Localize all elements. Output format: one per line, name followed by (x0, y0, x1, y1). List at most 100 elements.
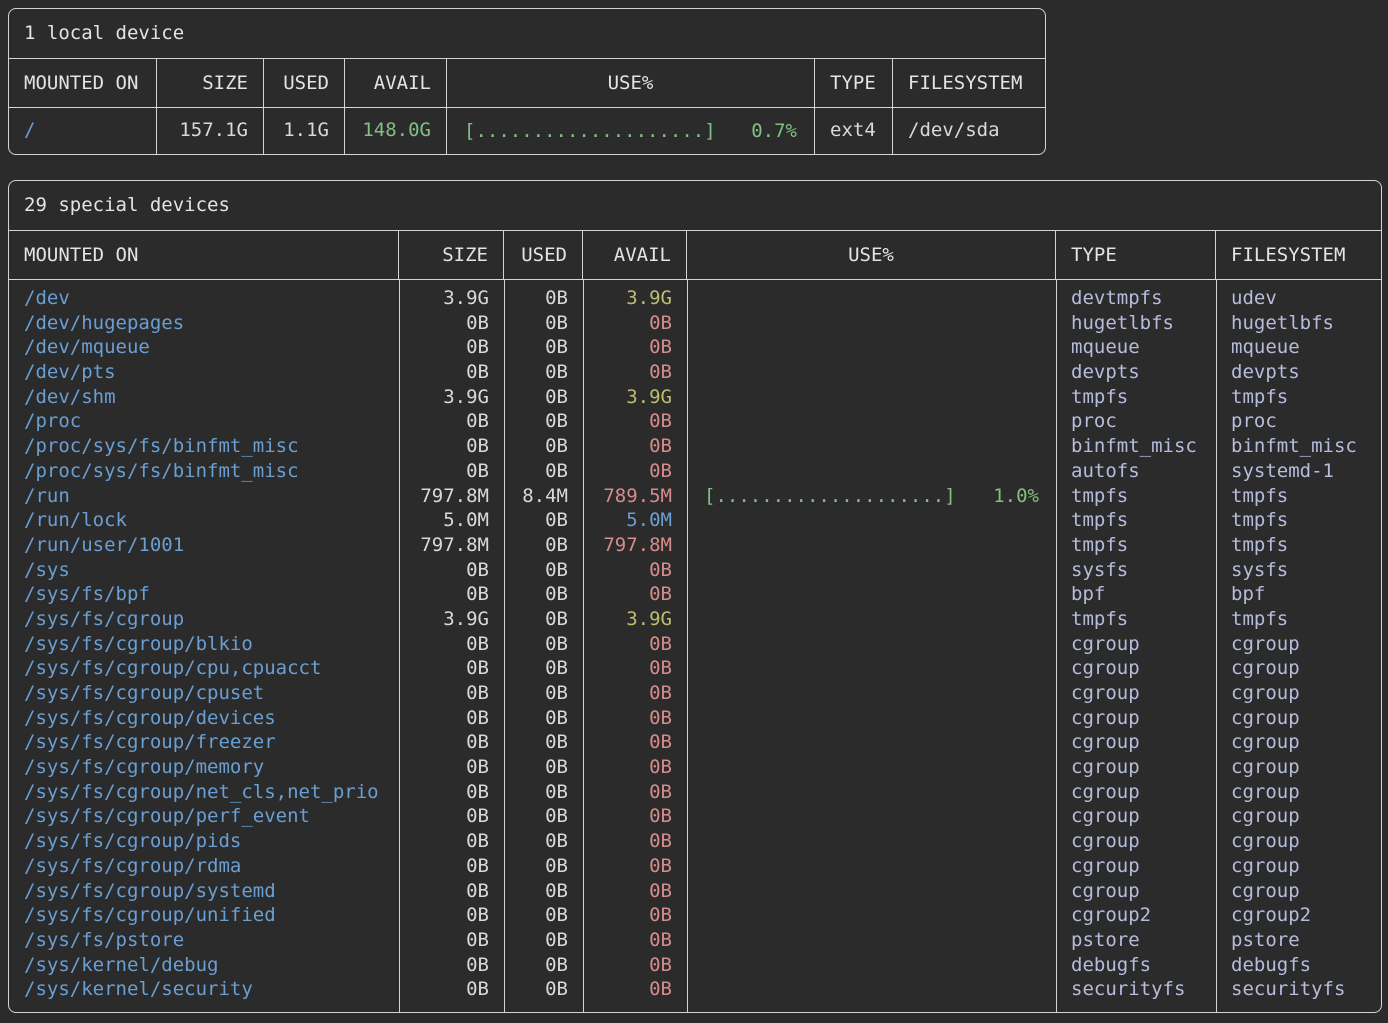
use-percent-cell (687, 730, 1056, 755)
used-cell: 0B (504, 311, 583, 336)
column-header-size: SIZE (399, 231, 504, 279)
mount-point-cell: /run/lock (9, 508, 399, 533)
usage-bar: [....................] (704, 484, 956, 509)
used-cell: 0B (504, 434, 583, 459)
fs-type-cell: cgroup (1056, 656, 1216, 681)
use-percent-cell (687, 755, 1056, 780)
table-title: 1 local device (9, 9, 1045, 59)
used-cell: 1.1G (264, 108, 345, 154)
table-row: /sys/fs/cgroup/rdma0B0B0Bcgroupcgroup (9, 854, 1381, 879)
used-cell: 0B (504, 459, 583, 484)
fs-type-cell: cgroup (1056, 730, 1216, 755)
avail-cell: 0B (583, 360, 687, 385)
use-percent-cell (687, 434, 1056, 459)
use-percent-cell (687, 854, 1056, 879)
column-header-use-: USE% (447, 59, 815, 107)
fs-type-cell: cgroup2 (1056, 903, 1216, 928)
table-row: /sys/fs/cgroup/blkio0B0B0Bcgroupcgroup (9, 632, 1381, 657)
mount-point-cell: /sys (9, 558, 399, 583)
filesystem-cell: mqueue (1216, 335, 1381, 360)
usage-percent-value: 0.7% (751, 109, 797, 154)
use-percent-cell (687, 804, 1056, 829)
used-cell: 0B (504, 829, 583, 854)
avail-cell: 0B (583, 780, 687, 805)
column-header-mounted-on: MOUNTED ON (9, 231, 399, 279)
size-cell: 0B (399, 903, 504, 928)
used-cell: 0B (504, 409, 583, 434)
table-row: /dev/mqueue0B0B0Bmqueuemqueue (9, 335, 1381, 360)
size-cell: 0B (399, 706, 504, 731)
column-header-mounted-on: MOUNTED ON (9, 59, 157, 107)
size-cell: 0B (399, 558, 504, 583)
used-cell: 0B (504, 558, 583, 583)
fs-type-cell: tmpfs (1056, 484, 1216, 509)
fs-type-cell: tmpfs (1056, 385, 1216, 410)
table-row: /dev3.9G0B3.9Gdevtmpfsudev (9, 286, 1381, 311)
mount-point-cell: /proc/sys/fs/binfmt_misc (9, 459, 399, 484)
avail-cell: 5.0M (583, 508, 687, 533)
avail-cell: 0B (583, 335, 687, 360)
table-row: /sys/fs/cgroup/pids0B0B0Bcgroupcgroup (9, 829, 1381, 854)
filesystem-cell: cgroup (1216, 804, 1381, 829)
fs-type-cell: cgroup (1056, 706, 1216, 731)
size-cell: 0B (399, 780, 504, 805)
table-row: /run797.8M8.4M789.5M[...................… (9, 484, 1381, 509)
mount-point-cell: /sys/fs/cgroup/freezer (9, 730, 399, 755)
used-cell: 0B (504, 360, 583, 385)
filesystem-cell: cgroup (1216, 829, 1381, 854)
size-cell: 0B (399, 879, 504, 904)
filesystem-cell: proc (1216, 409, 1381, 434)
used-cell: 0B (504, 335, 583, 360)
avail-cell: 0B (583, 953, 687, 978)
column-header-used: USED (264, 59, 345, 107)
mount-point-cell: /sys/fs/pstore (9, 928, 399, 953)
size-cell: 797.8M (399, 484, 504, 509)
used-cell: 0B (504, 730, 583, 755)
use-percent-cell (687, 681, 1056, 706)
column-header-type: TYPE (815, 59, 893, 107)
used-cell: 0B (504, 903, 583, 928)
size-cell: 0B (399, 681, 504, 706)
used-cell: 0B (504, 508, 583, 533)
column-header-filesystem: FILESYSTEM (893, 59, 1045, 107)
size-cell: 3.9G (399, 607, 504, 632)
table-title: 29 special devices (9, 181, 1381, 231)
fs-type-cell: autofs (1056, 459, 1216, 484)
fs-type-cell: cgroup (1056, 681, 1216, 706)
filesystem-cell: cgroup (1216, 730, 1381, 755)
avail-cell: 0B (583, 434, 687, 459)
mount-point-cell: /sys/fs/cgroup/perf_event (9, 804, 399, 829)
column-divider (1056, 280, 1057, 1012)
use-percent-cell (687, 286, 1056, 311)
avail-cell: 0B (583, 656, 687, 681)
mount-point-cell: /sys/fs/cgroup/blkio (9, 632, 399, 657)
filesystem-cell: hugetlbfs (1216, 311, 1381, 336)
avail-cell: 0B (583, 632, 687, 657)
table-header-row: MOUNTED ONSIZEUSEDAVAILUSE%TYPEFILESYSTE… (9, 59, 1045, 108)
use-percent-cell (687, 533, 1056, 558)
use-percent-cell (687, 607, 1056, 632)
filesystem-cell: cgroup (1216, 632, 1381, 657)
table-row: /sys/fs/cgroup/cpuset0B0B0Bcgroupcgroup (9, 681, 1381, 706)
size-cell: 0B (399, 977, 504, 1002)
fs-type-cell: ext4 (815, 108, 893, 154)
avail-cell: 0B (583, 804, 687, 829)
filesystem-cell: binfmt_misc (1216, 434, 1381, 459)
avail-cell: 0B (583, 928, 687, 953)
table-row: /run/lock5.0M0B5.0Mtmpfstmpfs (9, 508, 1381, 533)
used-cell: 0B (504, 879, 583, 904)
terminal-output: 1 local device MOUNTED ONSIZEUSEDAVAILUS… (0, 0, 1388, 1021)
avail-cell: 797.8M (583, 533, 687, 558)
mount-point-cell: /sys/kernel/security (9, 977, 399, 1002)
size-cell: 0B (399, 953, 504, 978)
table-row: /157.1G1.1G148.0G[....................]0… (9, 108, 1045, 154)
used-cell: 0B (504, 780, 583, 805)
fs-type-cell: debugfs (1056, 953, 1216, 978)
filesystem-cell: sysfs (1216, 558, 1381, 583)
avail-cell: 0B (583, 459, 687, 484)
filesystem-cell: tmpfs (1216, 607, 1381, 632)
used-cell: 0B (504, 953, 583, 978)
size-cell: 0B (399, 854, 504, 879)
table-row: /sys/kernel/debug0B0B0Bdebugfsdebugfs (9, 953, 1381, 978)
filesystem-cell: cgroup2 (1216, 903, 1381, 928)
